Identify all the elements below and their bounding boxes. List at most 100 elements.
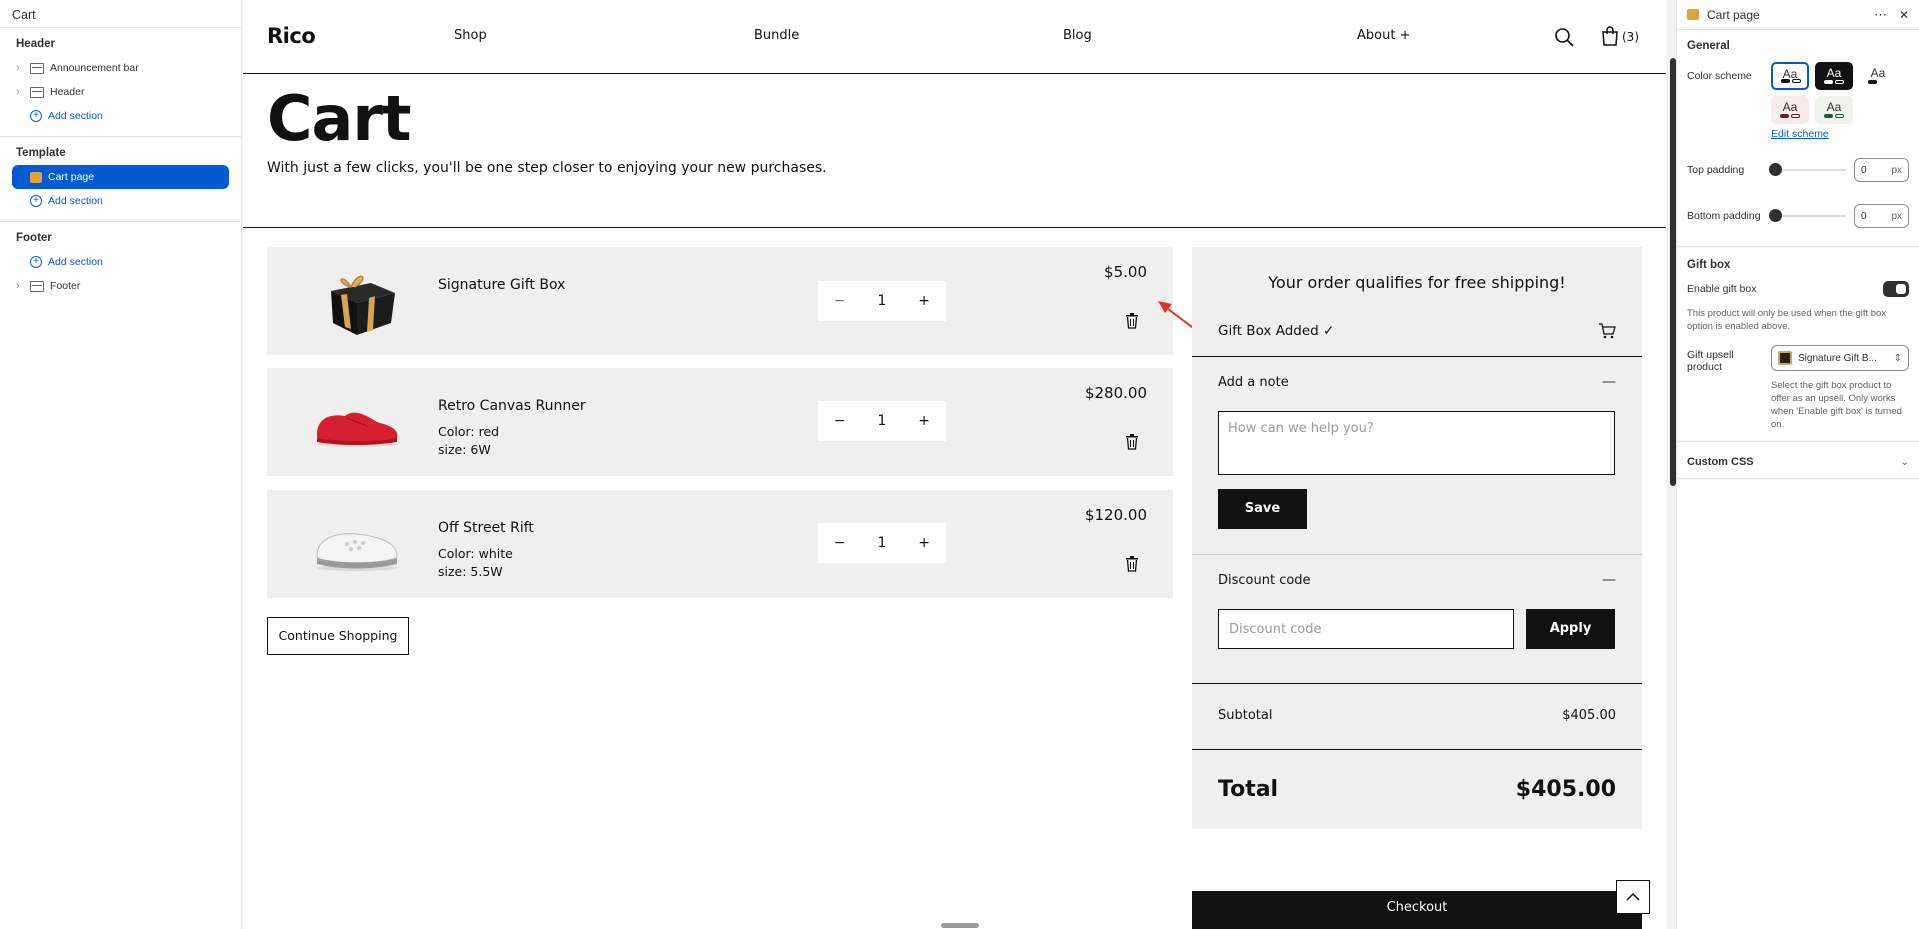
chevron-right-icon[interactable]: › — [16, 86, 28, 98]
plus-circle-icon: + — [30, 110, 42, 122]
quantity-value[interactable]: 1 — [878, 535, 887, 551]
scheme-swatch-2[interactable]: Aa — [1815, 62, 1853, 90]
item-name[interactable]: Signature Gift Box — [438, 277, 565, 293]
nav-shop[interactable]: Shop — [454, 28, 487, 43]
plus-icon[interactable]: + — [918, 413, 930, 429]
chevron-right-icon[interactable]: › — [16, 62, 28, 74]
cart-count[interactable]: (3) — [1622, 30, 1639, 44]
quantity-stepper[interactable]: − 1 + — [818, 523, 946, 563]
tree-item-cart-page[interactable]: Cart page — [12, 165, 229, 189]
scheme-swatch-4[interactable]: Aa — [1771, 96, 1809, 124]
color-scheme-label: Color scheme — [1687, 70, 1752, 82]
bottom-padding-input[interactable]: 0 px — [1854, 204, 1909, 228]
scroll-to-top-button[interactable] — [1616, 880, 1650, 914]
save-note-button[interactable]: Save — [1218, 489, 1307, 529]
quantity-value[interactable]: 1 — [878, 413, 887, 429]
tree-item-announcement-bar[interactable]: › Announcement bar — [0, 56, 241, 80]
color-scheme-row: Color scheme Aa Aa Aa Aa Aa — [1677, 58, 1919, 128]
note-textarea[interactable] — [1218, 411, 1615, 475]
page-title: Cart — [267, 82, 412, 155]
item-size: size: 6W — [438, 442, 491, 457]
divider — [243, 227, 1666, 228]
add-section-template[interactable]: + Add section — [0, 189, 241, 213]
close-icon[interactable]: ✕ — [1899, 8, 1909, 22]
order-summary: Your order qualifies for free shipping! … — [1192, 247, 1642, 829]
page-subtitle: With just a few clicks, you'll be one st… — [267, 160, 827, 176]
collapse-discount-icon[interactable]: — — [1602, 572, 1616, 588]
gift-upsell-value: Signature Gift B... — [1798, 352, 1877, 364]
quantity-stepper[interactable]: − 1 + — [818, 401, 946, 441]
item-name[interactable]: Retro Canvas Runner — [438, 398, 586, 414]
discount-code-input[interactable] — [1218, 609, 1514, 649]
plus-circle-icon: + — [30, 195, 42, 207]
nav-bundle[interactable]: Bundle — [754, 28, 799, 43]
section-icon — [30, 62, 44, 74]
site-logo[interactable]: Rico — [267, 24, 316, 48]
cart-item: Signature Gift Box − 1 + $5.00 — [267, 247, 1173, 355]
add-note-label[interactable]: Add a note — [1218, 375, 1289, 390]
cart-bag-icon[interactable] — [1601, 26, 1619, 46]
section-icon — [30, 86, 44, 98]
nav-blog[interactable]: Blog — [1063, 28, 1092, 43]
item-color: Color: white — [438, 546, 513, 561]
minus-icon[interactable]: − — [834, 293, 846, 309]
minus-icon[interactable]: − — [834, 535, 846, 551]
item-name[interactable]: Off Street Rift — [438, 520, 534, 536]
discount-code-label[interactable]: Discount code — [1218, 573, 1311, 588]
trash-icon[interactable] — [1125, 434, 1139, 450]
resize-handle[interactable] — [941, 923, 979, 928]
quantity-value[interactable]: 1 — [878, 293, 887, 309]
cart-icon[interactable] — [1598, 323, 1616, 339]
plus-icon[interactable]: + — [918, 535, 930, 551]
nav-about[interactable]: About + — [1357, 28, 1410, 43]
item-price: $5.00 — [1104, 263, 1147, 281]
gift-upsell-label: Gift upsell product — [1687, 349, 1734, 373]
free-shipping-message: Your order qualifies for free shipping! — [1268, 273, 1566, 292]
divider — [1677, 441, 1919, 442]
checkout-button[interactable]: Checkout — [1192, 891, 1642, 929]
add-section-label: Add section — [48, 195, 103, 207]
slider-knob[interactable] — [1769, 163, 1782, 176]
scheme-swatch-5[interactable]: Aa — [1815, 96, 1853, 124]
slider-knob[interactable] — [1769, 209, 1782, 222]
edit-scheme-link[interactable]: Edit scheme — [1677, 128, 1919, 140]
gift-upsell-select[interactable]: Signature Gift B... ⇕ — [1771, 345, 1909, 371]
tree-item-label: Cart page — [48, 171, 95, 183]
tree-item-header[interactable]: › Header — [0, 80, 241, 104]
scheme-swatch-1[interactable]: Aa — [1771, 62, 1809, 90]
gift-box-help-text: This product will only be used when the … — [1687, 308, 1887, 332]
minus-icon[interactable]: − — [834, 413, 846, 429]
chevron-right-icon[interactable]: › — [16, 280, 28, 292]
custom-css-row[interactable]: Custom CSS ⌄ — [1677, 450, 1919, 474]
header-group: Header › Announcement bar › Header + Add… — [0, 28, 241, 137]
collapse-note-icon[interactable]: — — [1602, 374, 1616, 390]
subtotal-value: $405.00 — [1562, 708, 1616, 723]
trash-icon[interactable] — [1125, 556, 1139, 572]
gift-box-section-title: Gift box — [1687, 259, 1731, 271]
more-actions-icon[interactable]: ⋯ — [1874, 7, 1887, 23]
gift-box-image — [331, 275, 395, 335]
search-icon[interactable] — [1554, 27, 1574, 47]
enable-gift-box-label: Enable gift box — [1687, 283, 1757, 295]
apply-discount-button[interactable]: Apply — [1526, 609, 1615, 649]
add-section-footer[interactable]: + Add section — [0, 250, 241, 274]
enable-gift-box-toggle[interactable] — [1883, 281, 1909, 297]
tree-item-label: Announcement bar — [50, 62, 139, 74]
gift-upsell-row: Gift upsell product Signature Gift B... … — [1677, 341, 1919, 377]
top-padding-slider[interactable] — [1769, 163, 1846, 176]
top-padding-input[interactable]: 0 px — [1854, 158, 1909, 182]
plus-icon[interactable]: + — [918, 293, 930, 309]
bottom-padding-slider[interactable] — [1769, 209, 1846, 222]
white-clog-image — [316, 533, 398, 571]
chevron-down-icon[interactable]: ⌄ — [1900, 456, 1909, 468]
quantity-stepper[interactable]: − 1 + — [818, 281, 946, 321]
tree-item-footer[interactable]: › Footer — [0, 274, 241, 298]
color-scheme-swatches: Aa Aa Aa Aa Aa — [1771, 62, 1897, 124]
enable-gift-box-row: Enable gift box — [1677, 277, 1919, 301]
top-padding-label: Top padding — [1687, 164, 1745, 176]
add-section-header[interactable]: + Add section — [0, 104, 241, 128]
trash-icon[interactable] — [1125, 313, 1139, 329]
chevron-up-icon — [1626, 892, 1640, 901]
scheme-swatch-3[interactable]: Aa — [1859, 62, 1897, 90]
continue-shopping-button[interactable]: Continue Shopping — [267, 617, 409, 655]
